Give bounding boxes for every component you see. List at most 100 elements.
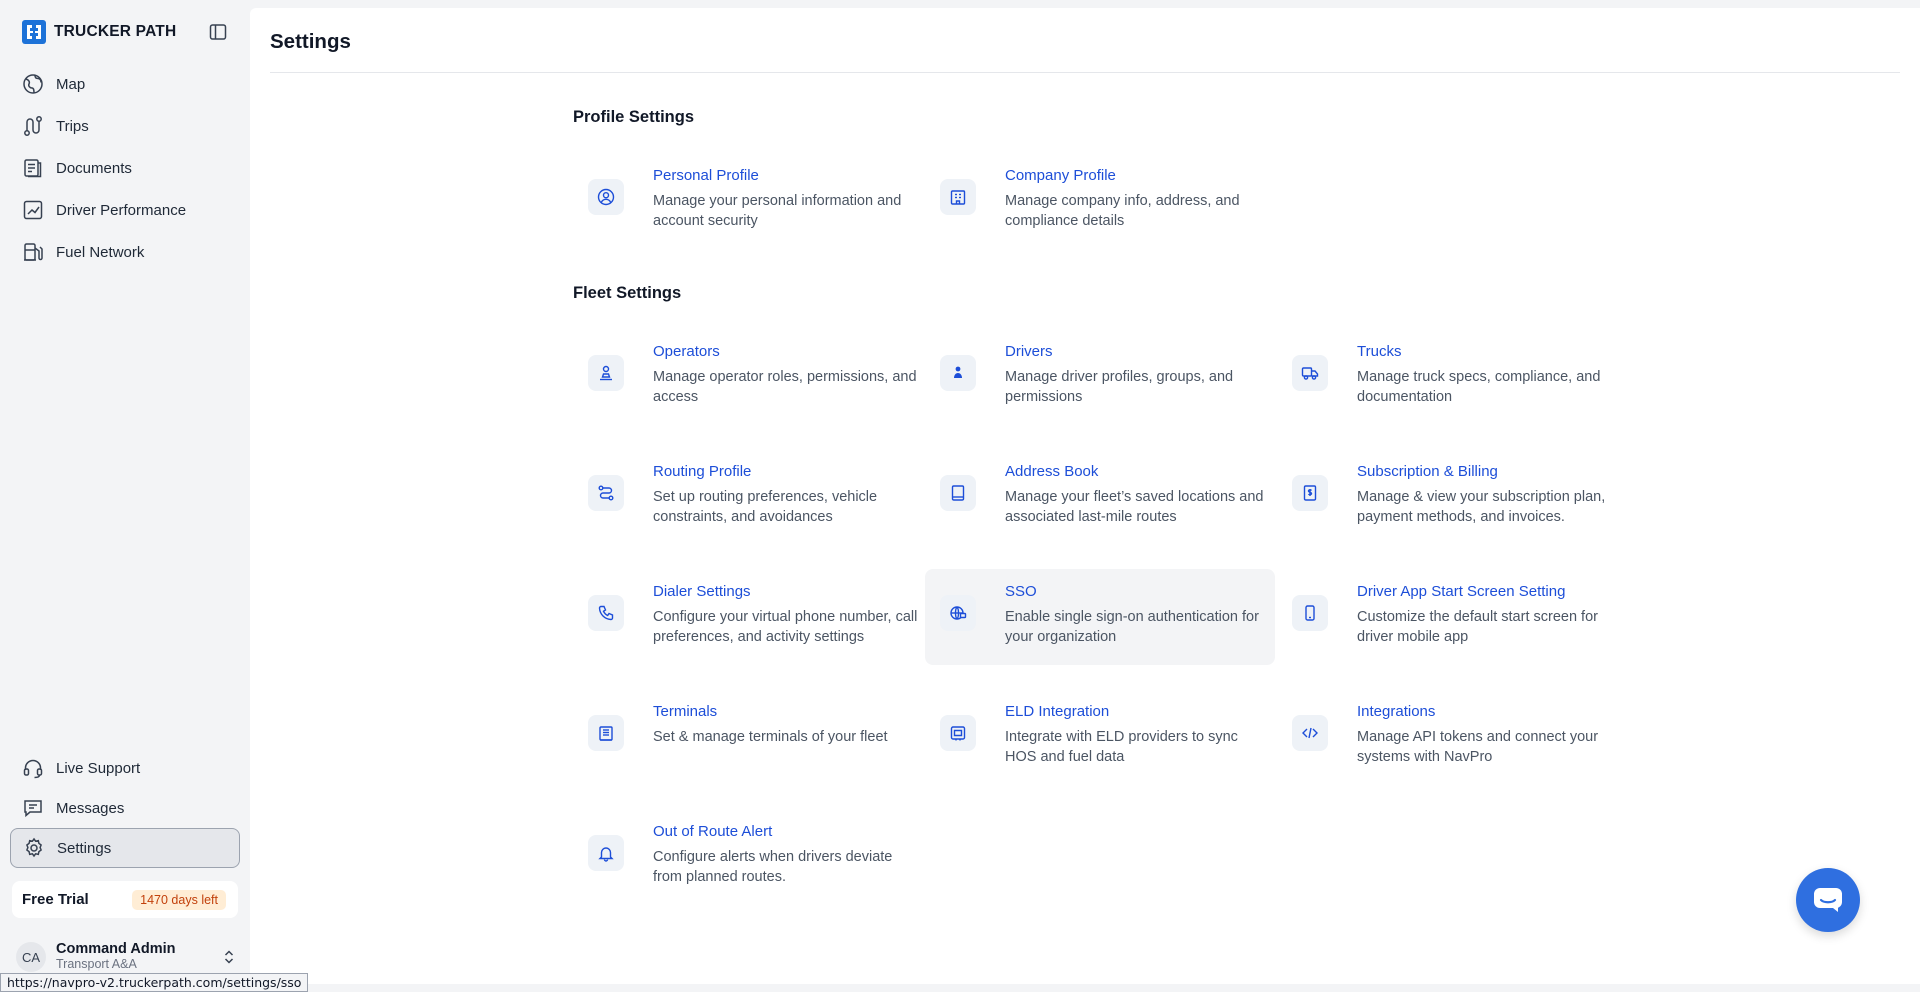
card-title: Routing Profile xyxy=(653,463,752,480)
sidebar-item-label: Driver Performance xyxy=(56,201,187,219)
sidebar-collapse-icon[interactable] xyxy=(208,22,228,42)
receipt-icon xyxy=(1292,475,1328,511)
sidebar-item-map[interactable]: Map xyxy=(10,63,240,105)
card-title: Operators xyxy=(653,343,720,360)
card-description: Customize the default start screen for d… xyxy=(1357,609,1598,645)
card-description: Manage truck specs, compliance, and docu… xyxy=(1357,369,1601,405)
profile-settings-heading: Profile Settings xyxy=(573,108,695,126)
sidebar-item-label: Live Support xyxy=(56,759,141,777)
card-routing-profile[interactable]: Routing Profile Set up routing preferenc… xyxy=(573,449,923,545)
brand[interactable]: TRUCKER PATH xyxy=(22,20,176,44)
card-description: Set up routing preferences, vehicle cons… xyxy=(653,489,878,525)
card-description: Configure alerts when drivers deviate fr… xyxy=(653,849,893,885)
card-description: Enable single sign-on authentication for… xyxy=(1005,609,1259,645)
card-description: Manage your personal information and acc… xyxy=(653,193,902,229)
route-icon xyxy=(24,116,42,136)
documents-icon xyxy=(24,159,42,178)
card-title: Terminals xyxy=(653,703,718,720)
sidebar-nav: Map Trips Documents Driver Performance F… xyxy=(10,63,240,273)
headset-icon xyxy=(23,759,43,779)
sidebar-item-label: Trips xyxy=(56,117,89,135)
divider xyxy=(270,72,1900,73)
user-name: Command Admin xyxy=(56,941,176,958)
card-description: Manage API tokens and connect your syste… xyxy=(1357,729,1599,765)
card-description: Manage driver profiles, groups, and perm… xyxy=(1005,369,1234,405)
fuel-icon xyxy=(24,243,43,261)
card-description: Configure your virtual phone number, cal… xyxy=(653,609,918,645)
sidebar-item-trips[interactable]: Trips xyxy=(10,105,240,147)
card-terminals[interactable]: Terminals Set & manage terminals of your… xyxy=(573,689,923,785)
card-title: Dialer Settings xyxy=(653,583,751,600)
eld-icon xyxy=(940,715,976,751)
trial-days-badge: 1470 days left xyxy=(132,889,226,910)
card-title: Drivers xyxy=(1005,343,1053,360)
main-content: Settings Profile Settings Personal Profi… xyxy=(250,8,1920,984)
code-icon xyxy=(1292,715,1328,751)
card-title: Integrations xyxy=(1357,703,1436,720)
sidebar-item-fuel-network[interactable]: Fuel Network xyxy=(10,231,240,273)
live-chat-button[interactable] xyxy=(1796,868,1860,932)
card-operators[interactable]: Operators Manage operator roles, permiss… xyxy=(573,329,923,425)
routing-icon xyxy=(588,475,624,511)
card-title: Personal Profile xyxy=(653,167,759,184)
card-sso[interactable]: SSO Enable single sign-on authentication… xyxy=(925,569,1275,665)
card-description: Integrate with ELD providers to sync HOS… xyxy=(1005,729,1238,765)
card-description: Set & manage terminals of your fleet xyxy=(653,729,888,745)
truck-icon xyxy=(1292,355,1328,391)
user-circle-icon xyxy=(588,179,624,215)
sidebar-item-live-support[interactable]: Live Support xyxy=(10,748,240,788)
card-drivers[interactable]: Drivers Manage driver profiles, groups, … xyxy=(925,329,1275,425)
sidebar-item-driver-performance[interactable]: Driver Performance xyxy=(10,189,240,231)
sidebar-item-label: Documents xyxy=(56,159,132,177)
card-title: Address Book xyxy=(1005,463,1099,480)
sidebar-item-label: Map xyxy=(56,75,86,93)
card-title: Trucks xyxy=(1357,343,1402,360)
card-title: ELD Integration xyxy=(1005,703,1110,720)
chat-icon xyxy=(1814,888,1842,912)
sidebar-item-documents[interactable]: Documents xyxy=(10,147,240,189)
sidebar-item-messages[interactable]: Messages xyxy=(10,788,240,828)
card-company-profile[interactable]: Company Profile Manage company info, add… xyxy=(925,153,1275,249)
page-title: Settings xyxy=(270,30,351,53)
user-menu[interactable]: CA Command Admin Transport A&A xyxy=(16,937,236,977)
user-org: Transport A&A xyxy=(56,957,137,972)
card-title: SSO xyxy=(1005,583,1037,600)
sidebar-item-label: Settings xyxy=(57,839,112,857)
free-trial-label: Free Trial xyxy=(22,891,89,908)
terminal-building-icon xyxy=(588,715,624,751)
card-description: Manage company info, address, and compli… xyxy=(1005,193,1240,229)
avatar: CA xyxy=(16,942,46,972)
smartphone-icon xyxy=(1292,595,1328,631)
card-description: Manage your fleet’s saved locations and … xyxy=(1005,489,1264,525)
brand-name: TRUCKER PATH xyxy=(54,23,177,40)
book-icon xyxy=(940,475,976,511)
gear-icon xyxy=(25,837,43,858)
chevron-up-down-icon xyxy=(224,950,234,964)
card-integrations[interactable]: Integrations Manage API tokens and conne… xyxy=(1277,689,1627,785)
card-eld-integration[interactable]: ELD Integration Integrate with ELD provi… xyxy=(925,689,1275,785)
bell-icon xyxy=(588,835,624,871)
card-description: Manage operator roles, permissions, and … xyxy=(653,369,917,405)
card-subscription-billing[interactable]: Subscription & Billing Manage & view you… xyxy=(1277,449,1627,545)
fleet-settings-heading: Fleet Settings xyxy=(573,284,682,302)
sidebar-item-settings[interactable]: Settings xyxy=(10,828,240,868)
card-title: Driver App Start Screen Setting xyxy=(1357,583,1566,600)
chart-icon xyxy=(23,200,43,220)
phone-icon xyxy=(588,595,624,631)
card-personal-profile[interactable]: Personal Profile Manage your personal in… xyxy=(573,153,923,249)
card-address-book[interactable]: Address Book Manage your fleet’s saved l… xyxy=(925,449,1275,545)
card-trucks[interactable]: Trucks Manage truck specs, compliance, a… xyxy=(1277,329,1627,425)
message-icon xyxy=(24,800,42,818)
card-out-of-route-alert[interactable]: Out of Route Alert Configure alerts when… xyxy=(573,809,923,905)
card-title: Subscription & Billing xyxy=(1357,463,1498,480)
card-title: Out of Route Alert xyxy=(653,823,773,840)
card-title: Company Profile xyxy=(1005,167,1116,184)
free-trial-banner[interactable]: Free Trial 1470 days left xyxy=(12,881,238,918)
status-bar-url: https://navpro-v2.truckerpath.com/settin… xyxy=(0,973,309,992)
card-driver-app-start-screen[interactable]: Driver App Start Screen Setting Customiz… xyxy=(1277,569,1627,665)
card-description: Manage & view your subscription plan, pa… xyxy=(1357,489,1606,525)
sidebar-bottom-nav: Live Support Messages Settings xyxy=(10,748,240,868)
operator-icon xyxy=(588,355,624,391)
card-dialer-settings[interactable]: Dialer Settings Configure your virtual p… xyxy=(573,569,923,665)
sidebar-item-label: Fuel Network xyxy=(56,243,145,261)
